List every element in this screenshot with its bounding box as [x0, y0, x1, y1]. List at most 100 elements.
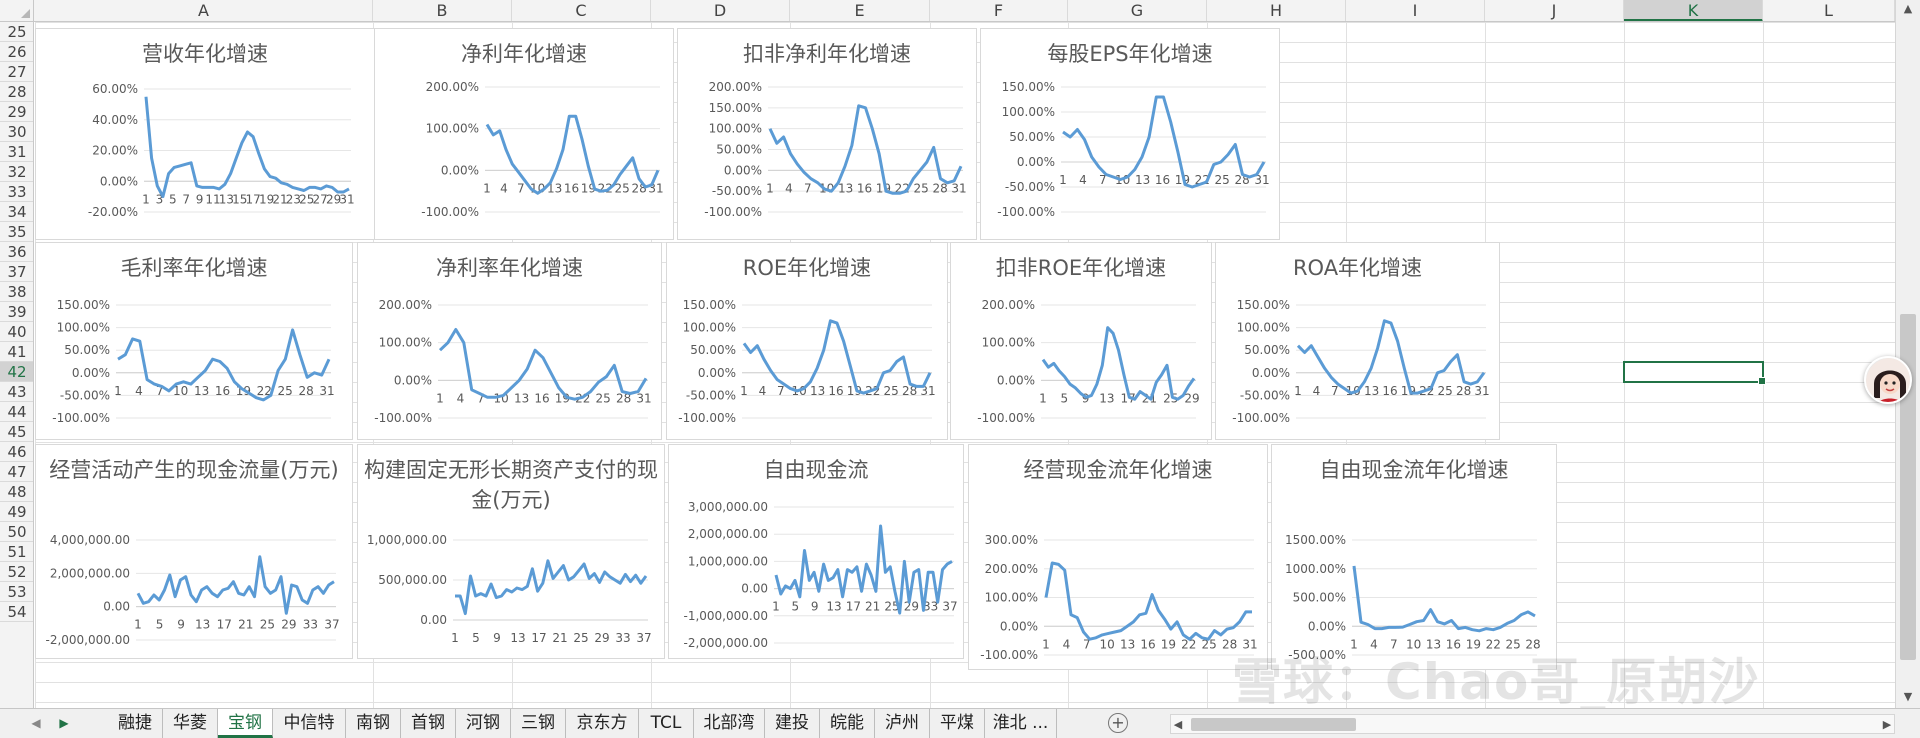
sheet-tab[interactable]: TCL: [639, 709, 694, 738]
row-header-38[interactable]: 38: [0, 282, 33, 302]
sheet-tab[interactable]: 泸州: [875, 709, 930, 738]
sheet-tab[interactable]: 中信特: [273, 709, 346, 738]
chart-8[interactable]: 扣非ROE年化增速 200.00% 100.00% 0.00% -100.00% 1 5 9 1…: [950, 242, 1212, 440]
row-header-32[interactable]: 32: [0, 162, 33, 182]
scroll-down-arrow-icon[interactable]: ▼: [1896, 690, 1920, 703]
row-header-27[interactable]: 27: [0, 62, 33, 82]
y-tick-label: 0.00%: [1252, 366, 1290, 380]
column-header-C[interactable]: C: [512, 0, 651, 21]
x-tick-label: 1: [436, 391, 444, 405]
scroll-right-arrow-icon[interactable]: ▶: [1880, 718, 1894, 731]
column-header-E[interactable]: E: [790, 0, 930, 21]
row-header-34[interactable]: 34: [0, 202, 33, 222]
sheet-tab[interactable]: 建投: [765, 709, 820, 738]
row-header-35[interactable]: 35: [0, 222, 33, 242]
chart-11[interactable]: 构建固定无形长期资产支付的现金(万元) 1,000,000.00 500,000.0…: [357, 444, 665, 659]
chart-14[interactable]: 自由现金流年化增速 1500.00% 1000.00% 500.00% 0.00% -50…: [1271, 444, 1557, 670]
plus-circle-icon[interactable]: +: [1108, 713, 1128, 733]
column-header-G[interactable]: G: [1068, 0, 1207, 21]
chart-4[interactable]: 每股EPS年化增速 150.00% 100.00% 50.00% 0.00% -50.00…: [980, 28, 1280, 240]
row-header-51[interactable]: 51: [0, 542, 33, 562]
x-tick-label: 29: [281, 618, 296, 632]
row-header-52[interactable]: 52: [0, 562, 33, 582]
chart-13[interactable]: 经营现金流年化增速 300.00% 200.00% 100.00% 0.00% -100.…: [968, 444, 1268, 670]
sheet-tab-bar: ◀ ▶ 融捷 华菱 宝钢 中信特 南钢 首钢 河钢 三钢 京东方 TCL 北部湾 建投 皖能 泸州 平煤 淮北…: [0, 708, 1920, 738]
row-header-46[interactable]: 46: [0, 442, 33, 462]
row-header-39[interactable]: 39: [0, 302, 33, 322]
row-header-30[interactable]: 30: [0, 122, 33, 142]
row-header-54[interactable]: 54: [0, 602, 33, 622]
chart-7[interactable]: ROE年化增速 150.00% 100.00% 50.00% 0.00% -50.00% -…: [666, 242, 948, 440]
x-tick-label: 7: [517, 181, 525, 195]
row-header-53[interactable]: 53: [0, 582, 33, 602]
row-header-48[interactable]: 48: [0, 482, 33, 502]
column-header-A[interactable]: A: [35, 0, 373, 21]
row-header-31[interactable]: 31: [0, 142, 33, 162]
row-header-33[interactable]: 33: [0, 182, 33, 202]
sheet-tab[interactable]: 南钢: [346, 709, 401, 738]
sheet-tab[interactable]: 三钢: [511, 709, 566, 738]
x-tick-label: 17: [846, 600, 861, 614]
avatar-icon[interactable]: [1864, 356, 1912, 404]
sheet-tab[interactable]: 首钢: [401, 709, 456, 738]
row-header-47[interactable]: 47: [0, 462, 33, 482]
tab-scroll-left-icon[interactable]: ◀: [26, 713, 46, 733]
column-header-I[interactable]: I: [1346, 0, 1485, 21]
row-header-37[interactable]: 37: [0, 262, 33, 282]
chart-2[interactable]: 净利年化增速 200.00% 100.00% 0.00% -100.00% 1 4 7 10 13…: [374, 28, 674, 240]
column-header-J[interactable]: J: [1485, 0, 1624, 21]
sheet-tab[interactable]: 北部湾: [694, 709, 765, 738]
chart-1[interactable]: 营收年化增速 60.00% 40.00% 20.00% 0.00% -20.00% 1 3 5 7…: [35, 28, 375, 240]
chart-3[interactable]: 扣非净利年化增速 200.00% 150.00% 100.00% 50.00% 0.00%…: [677, 28, 977, 240]
scroll-up-arrow-icon[interactable]: ▲: [1896, 2, 1920, 15]
column-header-L[interactable]: L: [1763, 0, 1895, 21]
row-header-26[interactable]: 26: [0, 42, 33, 62]
x-tick-label: 5: [169, 192, 177, 206]
sheet-tab[interactable]: 平煤: [930, 709, 985, 738]
sheet-tab[interactable]: 融捷: [108, 709, 163, 738]
y-tick-label: 0.00%: [441, 163, 479, 177]
column-header-D[interactable]: D: [651, 0, 790, 21]
chart-plot: 3,000,000.00 2,000,000.00 1,000,000.00 0.00…: [684, 500, 958, 650]
vertical-scrollbar[interactable]: ▲ ▼: [1895, 0, 1920, 708]
selected-cell[interactable]: [1623, 361, 1766, 385]
chart-5[interactable]: 毛利率年化增速 150.00% 100.00% 50.00% 0.00% -50.00% -…: [35, 242, 353, 440]
y-tick-label: 3,000,000.00: [688, 500, 768, 514]
chart-plot: 150.00% 100.00% 50.00% 0.00% -50.00% -100.00%…: [678, 298, 935, 425]
sheet-tab[interactable]: 华菱: [163, 709, 218, 738]
row-header-42[interactable]: 42: [0, 362, 33, 382]
column-header-H[interactable]: H: [1207, 0, 1346, 21]
sheet-tab[interactable]: 京东方: [566, 709, 639, 738]
select-all-corner[interactable]: [0, 0, 34, 22]
chart-9[interactable]: ROA年化增速 150.00% 100.00% 50.00% 0.00% -50.00% -…: [1215, 242, 1500, 440]
row-header-45[interactable]: 45: [0, 422, 33, 442]
row-header-25[interactable]: 25: [0, 22, 33, 42]
row-header-36[interactable]: 36: [0, 242, 33, 262]
sheet-tab[interactable]: 淮北 ...: [985, 709, 1057, 738]
sheet-tab[interactable]: 河钢: [456, 709, 511, 738]
tab-scroll-right-icon[interactable]: ▶: [54, 713, 74, 733]
row-header-43[interactable]: 43: [0, 382, 33, 402]
y-tick-label: 2,000,000.00: [688, 527, 768, 541]
chart-10[interactable]: 经营活动产生的现金流量(万元) 4,000,000.00 2,000,000.00 0…: [35, 444, 353, 659]
scroll-left-arrow-icon[interactable]: ◀: [1171, 718, 1185, 731]
row-header-28[interactable]: 28: [0, 82, 33, 102]
x-tick-label: 13: [838, 181, 853, 195]
y-tick-label: 0.00%: [698, 366, 736, 380]
row-header-50[interactable]: 50: [0, 522, 33, 542]
column-header-B[interactable]: B: [373, 0, 512, 21]
sheet-tab[interactable]: 宝钢: [218, 709, 273, 738]
row-header-44[interactable]: 44: [0, 402, 33, 422]
row-header-29[interactable]: 29: [0, 102, 33, 122]
chart-12[interactable]: 自由现金流 3,000,000.00 2,000,000.00 1,000,000.0…: [668, 444, 964, 659]
row-header-40[interactable]: 40: [0, 322, 33, 342]
horizontal-scrollbar[interactable]: ◀ ▶: [1170, 714, 1895, 734]
column-header-F[interactable]: F: [930, 0, 1068, 21]
y-tick-label: -100.00%: [52, 411, 110, 425]
sheet-tab[interactable]: 皖能: [820, 709, 875, 738]
horizontal-scroll-thumb[interactable]: [1191, 718, 1356, 731]
row-header-41[interactable]: 41: [0, 342, 33, 362]
row-header-49[interactable]: 49: [0, 502, 33, 522]
column-header-K[interactable]: K: [1624, 0, 1763, 21]
chart-6[interactable]: 净利率年化增速 200.00% 100.00% 0.00% -100.00% 1 4 7 10 1…: [357, 242, 662, 440]
